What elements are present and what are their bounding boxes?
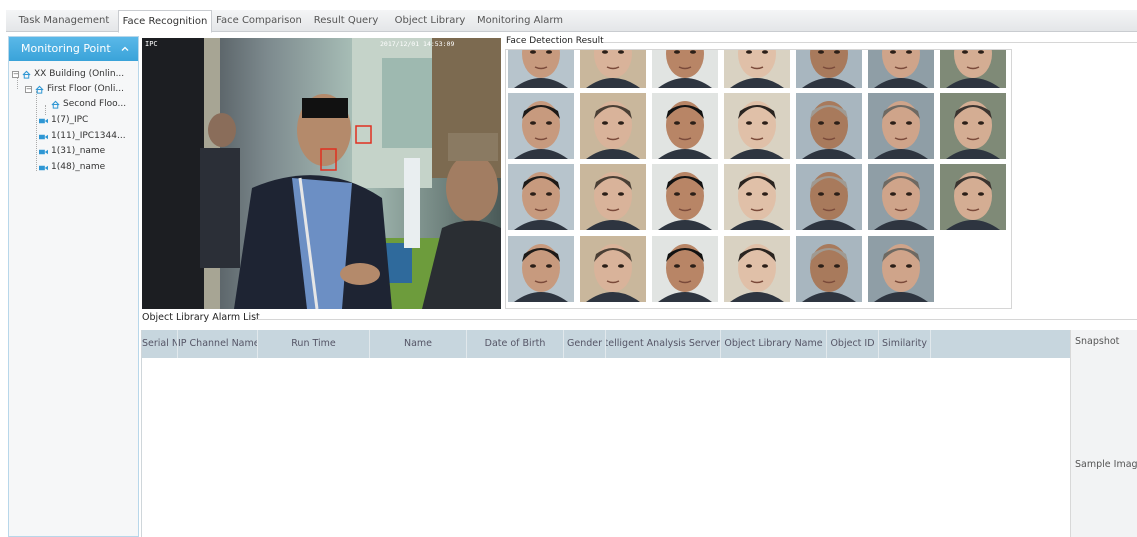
- alarm-list-title: Object Library Alarm List: [142, 312, 260, 323]
- tree-node-first-floor[interactable]: − First Floor (Onli...: [25, 83, 124, 96]
- tree-node-camera[interactable]: 1(7)_IPC: [39, 114, 88, 127]
- main-tab-bar: Task Management Face Recognition Face Co…: [6, 10, 1137, 33]
- camera-icon: [39, 149, 48, 154]
- table-body: [142, 358, 1071, 537]
- tree-node-camera[interactable]: 1(31)_name: [39, 145, 105, 158]
- section-divider: [604, 42, 1137, 43]
- camera-icon: [39, 118, 48, 123]
- floor-icon: [35, 85, 44, 94]
- section-divider: [255, 319, 1137, 320]
- column-header-date-of-birth[interactable]: Date of Birth: [467, 330, 564, 358]
- column-header-run-time[interactable]: Run Time: [258, 330, 370, 358]
- tab-monitoring-alarm[interactable]: Monitoring Alarm: [474, 10, 566, 32]
- tree-node-label: 1(48)_name: [51, 162, 106, 172]
- expand-toggle-icon[interactable]: −: [12, 71, 19, 78]
- tree-node-label: Second Floo...: [63, 99, 127, 109]
- video-channel-label: IPC: [145, 40, 158, 48]
- tab-object-library[interactable]: Object Library: [387, 10, 473, 32]
- tree-node-camera[interactable]: 1(48)_name: [39, 161, 105, 174]
- sample-image-label: Sample Image: [1075, 459, 1137, 470]
- tree-node-label: 1(31)_name: [51, 146, 106, 156]
- face-detection-title: Face Detection Result: [506, 36, 604, 46]
- tree-node-second-floor[interactable]: Second Floo...: [51, 98, 126, 111]
- tree-connector: [36, 91, 37, 171]
- face-thumbnail[interactable]: [580, 93, 646, 159]
- face-thumbnail[interactable]: [508, 50, 574, 88]
- tree-node-building[interactable]: − XX Building (Onlin...: [12, 68, 124, 81]
- column-header-name[interactable]: Name: [370, 330, 467, 358]
- face-thumbnail[interactable]: [724, 164, 790, 230]
- tab-face-recognition[interactable]: Face Recognition: [118, 10, 212, 33]
- face-thumbnail[interactable]: [868, 93, 934, 159]
- snapshot-panel: Snapshot Sample Image: [1070, 330, 1137, 537]
- live-video-view[interactable]: IPC 2017/12/01 14:53:09: [142, 38, 501, 309]
- face-thumbnail[interactable]: [580, 164, 646, 230]
- face-thumbnail[interactable]: [724, 236, 790, 302]
- column-header-object-library-name[interactable]: Object Library Name: [721, 330, 827, 358]
- tree-node-label: First Floor (Onli...: [47, 84, 124, 94]
- face-thumbnail[interactable]: [796, 93, 862, 159]
- face-thumbnail[interactable]: [652, 93, 718, 159]
- video-frame-image: [142, 38, 501, 309]
- face-thumbnail[interactable]: [940, 164, 1006, 230]
- snapshot-label: Snapshot: [1075, 336, 1120, 347]
- face-thumbnail[interactable]: [508, 236, 574, 302]
- face-thumbnail[interactable]: [868, 236, 934, 302]
- face-thumbnail[interactable]: [868, 164, 934, 230]
- column-header-analysis-server[interactable]: Intelligent Analysis Server: [606, 330, 721, 358]
- alarm-list-table: Serial No IP Channel Name Run Time Name …: [141, 330, 1071, 537]
- column-header-serial-no[interactable]: Serial No: [142, 330, 178, 358]
- monitoring-point-panel: Monitoring Point − XX Building (Onlin...…: [8, 36, 139, 537]
- expand-toggle-icon[interactable]: −: [25, 86, 32, 93]
- chevron-up-icon[interactable]: [120, 44, 130, 54]
- tab-result-query[interactable]: Result Query: [308, 10, 384, 32]
- face-detection-grid: [505, 49, 1012, 309]
- face-thumbnail[interactable]: [724, 93, 790, 159]
- face-thumbnail[interactable]: [940, 93, 1006, 159]
- face-thumbnail[interactable]: [796, 50, 862, 88]
- camera-icon: [39, 134, 48, 139]
- tab-task-management[interactable]: Task Management: [10, 10, 118, 32]
- face-thumbnail[interactable]: [652, 164, 718, 230]
- face-thumbnail[interactable]: [580, 50, 646, 88]
- face-thumbnail[interactable]: [508, 93, 574, 159]
- face-thumbnail[interactable]: [724, 50, 790, 88]
- tab-face-comparison[interactable]: Face Comparison: [214, 10, 304, 32]
- face-thumbnail[interactable]: [652, 50, 718, 88]
- tree-node-camera[interactable]: 1(11)_IPC1344...: [39, 130, 126, 143]
- face-thumbnail[interactable]: [940, 50, 1006, 88]
- tree-node-label: XX Building (Onlin...: [34, 69, 125, 79]
- monitoring-point-title: Monitoring Point: [21, 42, 111, 55]
- tree-node-label: 1(7)_IPC: [51, 115, 89, 125]
- building-icon: [22, 70, 31, 79]
- monitoring-point-header[interactable]: Monitoring Point: [9, 37, 138, 61]
- face-thumbnail[interactable]: [796, 236, 862, 302]
- face-thumbnail[interactable]: [868, 50, 934, 88]
- column-header-ip-channel-name[interactable]: IP Channel Name: [178, 330, 258, 358]
- face-thumbnail[interactable]: [580, 236, 646, 302]
- column-header-similarity[interactable]: Similarity: [879, 330, 931, 358]
- face-thumbnail[interactable]: [796, 164, 862, 230]
- floor-icon: [51, 100, 60, 109]
- face-thumbnail[interactable]: [652, 236, 718, 302]
- column-header-gender[interactable]: Gender: [564, 330, 606, 358]
- face-thumbnail[interactable]: [508, 164, 574, 230]
- camera-icon: [39, 165, 48, 170]
- column-header-object-id[interactable]: Object ID: [827, 330, 879, 358]
- table-header: Serial No IP Channel Name Run Time Name …: [142, 330, 1071, 358]
- tree-node-label: 1(11)_IPC1344...: [51, 131, 126, 141]
- video-timestamp: 2017/12/01 14:53:09: [380, 40, 455, 48]
